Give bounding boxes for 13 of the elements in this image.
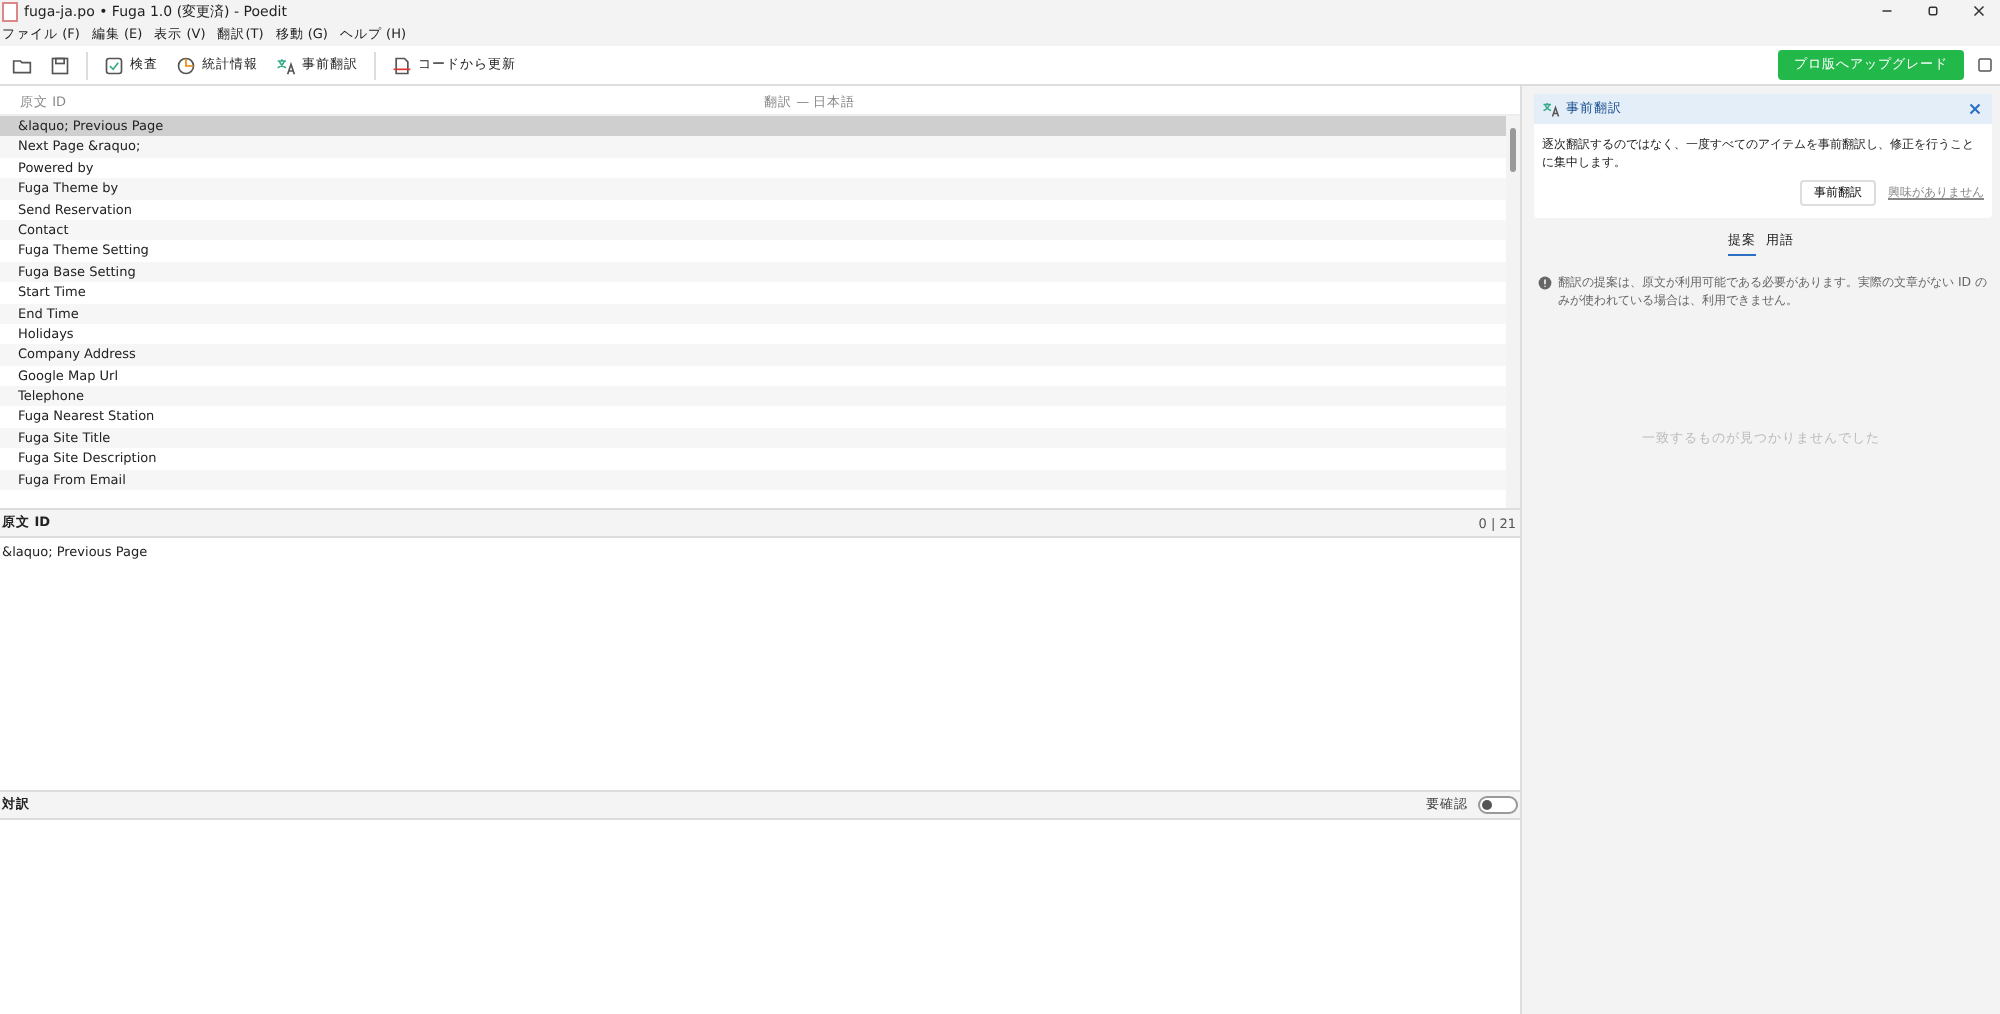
pie-chart-icon xyxy=(176,55,196,75)
folder-icon xyxy=(12,55,32,75)
restore-icon[interactable] xyxy=(1924,2,1942,20)
checkbox-icon xyxy=(104,55,124,75)
info-icon xyxy=(1538,276,1552,290)
close-icon[interactable] xyxy=(1970,2,1988,20)
scroll-thumb[interactable] xyxy=(1510,128,1516,172)
document-update-icon xyxy=(392,55,412,75)
toggle-switch[interactable] xyxy=(1478,796,1518,814)
sidebar-icon[interactable] xyxy=(1976,56,1994,74)
scrollbar[interactable] xyxy=(1506,116,1520,508)
translate-icon xyxy=(276,55,296,75)
translate-icon xyxy=(1542,100,1560,118)
